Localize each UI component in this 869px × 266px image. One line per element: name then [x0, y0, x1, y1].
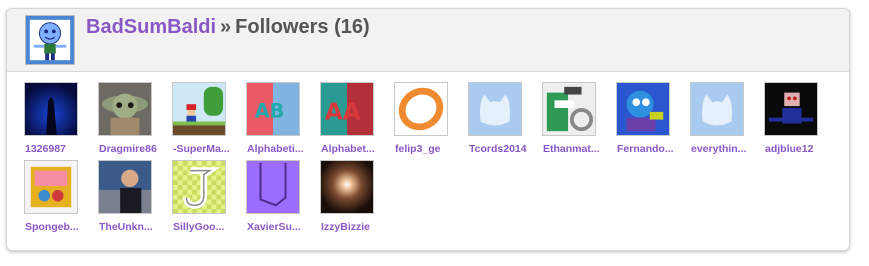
profile-avatar[interactable] [25, 15, 75, 65]
baldi-avatar-icon [26, 16, 74, 64]
baby-yoda-thumbnail[interactable] [98, 82, 152, 136]
follower-name[interactable]: everythin... [691, 143, 763, 155]
alphabet-lore-b-thumbnail[interactable]: AB [246, 82, 300, 136]
follower-tile[interactable]: Spongeb... [23, 159, 83, 237]
follower-tile[interactable]: -SuperMa... [171, 81, 231, 159]
follower-name[interactable]: Tcords2014 [469, 143, 541, 155]
follower-name[interactable]: 1326987 [25, 143, 97, 155]
page-title: BadSumBaldi» Followers (16) [86, 16, 370, 39]
follower-name[interactable]: Ethanmat... [543, 143, 615, 155]
dark-character-thumbnail[interactable] [764, 82, 818, 136]
username-link[interactable]: BadSumBaldi [86, 16, 216, 38]
follower-tile[interactable]: IzzyBizzie [319, 159, 379, 237]
follower-tile[interactable]: XavierSu... [245, 159, 305, 237]
follower-name[interactable]: Dragmire86 [99, 143, 171, 155]
follower-name[interactable]: Alphabet... [321, 143, 393, 155]
follower-tile[interactable]: felip3_ge [393, 81, 453, 159]
alphabet-lore-a-thumbnail[interactable]: AA [320, 82, 374, 136]
follower-name[interactable]: XavierSu... [247, 221, 319, 233]
follower-tile[interactable]: adjblue12 [763, 81, 823, 159]
follower-name[interactable]: IzzyBizzie [321, 221, 393, 233]
default-cat-avatar[interactable] [468, 82, 522, 136]
follower-name[interactable]: Alphabeti... [247, 143, 319, 155]
follower-name[interactable]: felip3_ge [395, 143, 467, 155]
default-cat-avatar[interactable] [690, 82, 744, 136]
profile-header: BadSumBaldi» Followers (16) [7, 9, 849, 72]
purple-drawing-thumbnail[interactable] [246, 160, 300, 214]
light-glow-thumbnail[interactable] [320, 160, 374, 214]
follower-tile[interactable]: Ethanmat... [541, 81, 601, 159]
follower-tile[interactable]: Fernando... [615, 81, 675, 159]
follower-name[interactable]: TheUnkn... [99, 221, 171, 233]
dark-blue-silhouette-thumbnail[interactable] [24, 82, 78, 136]
follower-tile[interactable]: SillyGoo... [171, 159, 231, 237]
follower-tile[interactable]: AB Alphabeti... [245, 81, 305, 159]
follower-tile[interactable]: AA Alphabet... [319, 81, 379, 159]
follower-tile[interactable]: Tcords2014 [467, 81, 527, 159]
letter-j-checker-thumbnail[interactable] [172, 160, 226, 214]
follower-tile[interactable]: TheUnkn... [97, 159, 157, 237]
follower-tile[interactable]: everythin... [689, 81, 749, 159]
follower-tile[interactable]: 1326987 [23, 81, 83, 159]
followers-card: BadSumBaldi» Followers (16) 1326987 Dragm… [6, 8, 850, 251]
follower-tile[interactable]: Dragmire86 [97, 81, 157, 159]
follower-name[interactable]: adjblue12 [765, 143, 837, 155]
follower-name[interactable]: -SuperMa... [173, 143, 245, 155]
follower-name[interactable]: SillyGoo... [173, 221, 245, 233]
man-speaking-thumbnail[interactable] [98, 160, 152, 214]
blue-character-thumbnail[interactable] [616, 82, 670, 136]
followers-heading: Followers (16) [235, 16, 370, 38]
follower-name[interactable]: Spongeb... [25, 221, 97, 233]
mario-level-thumbnail[interactable] [172, 82, 226, 136]
alphabet-lore-letters-thumbnail[interactable] [542, 82, 596, 136]
svg-text:AA: AA [325, 100, 361, 126]
svg-text:AB: AB [255, 100, 285, 123]
follower-name[interactable]: Fernando... [617, 143, 689, 155]
orange-ring-thumbnail[interactable] [394, 82, 448, 136]
spongebob-box-thumbnail[interactable] [24, 160, 78, 214]
breadcrumb-separator: » [220, 16, 232, 38]
